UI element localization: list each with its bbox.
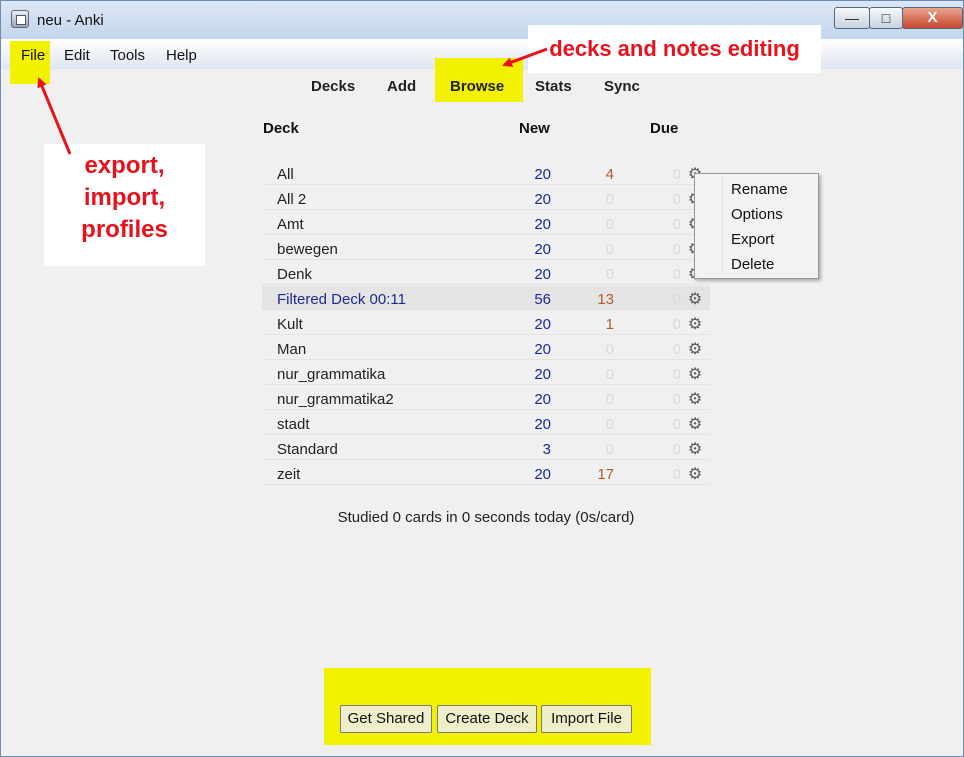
arrow-to-file-menu: [37, 77, 72, 155]
annotation-arrows: [37, 47, 548, 155]
arrow-to-browse: [502, 47, 548, 67]
anki-window: neu - Anki — □ X File Edit Tools Help De…: [0, 0, 964, 757]
